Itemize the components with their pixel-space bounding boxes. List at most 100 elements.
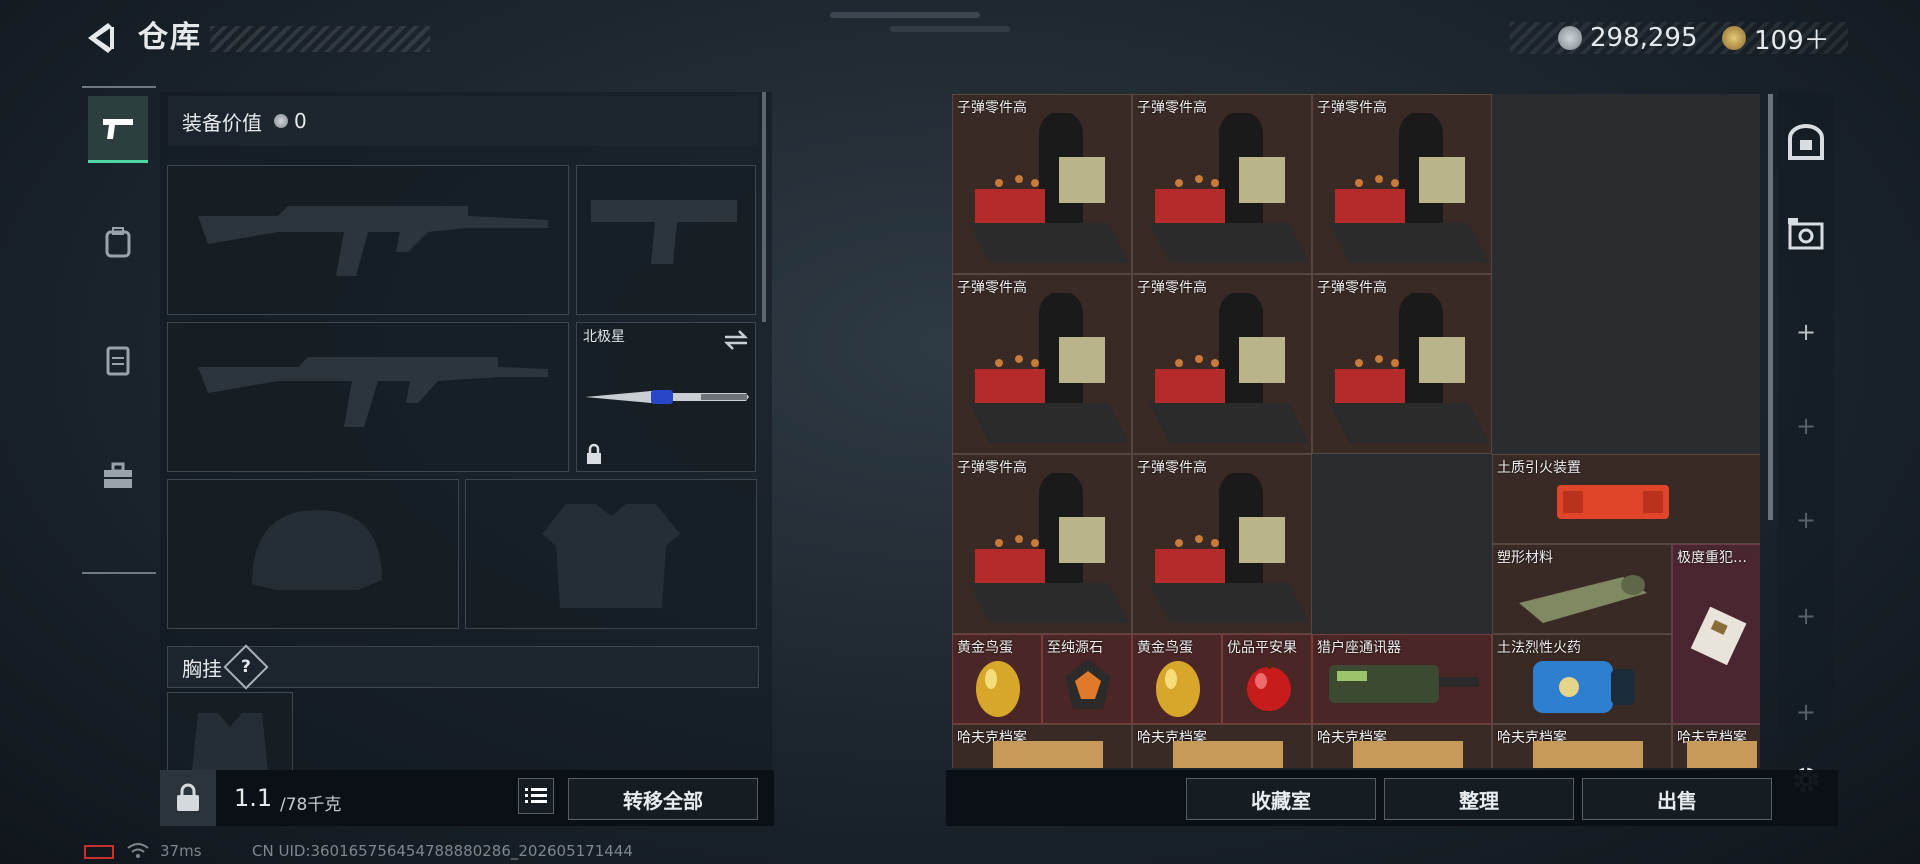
powder-can-icon: [1533, 661, 1635, 713]
pistol-silhouette-icon: [591, 200, 737, 264]
backpack-icon: [105, 227, 131, 258]
plus-icon: +: [1795, 412, 1817, 440]
slot-chest-rig[interactable]: [167, 692, 293, 772]
item-ammo-parts[interactable]: 子弹零件高: [1312, 94, 1492, 274]
plus-icon: +: [1795, 318, 1817, 346]
currency-coins: 298,295: [1558, 18, 1698, 58]
add-container-button[interactable]: +: [1778, 682, 1834, 742]
wifi-icon: [127, 843, 149, 858]
item-plastic-material[interactable]: 塑形材料: [1492, 544, 1672, 634]
coin-amount: 298,295: [1590, 23, 1698, 53]
item-archive[interactable]: 哈夫克档案: [1132, 724, 1312, 768]
item-archive[interactable]: 哈夫克档案: [1312, 724, 1492, 768]
add-container-button[interactable]: +: [1778, 302, 1834, 362]
item-igniter[interactable]: 土质引火装置: [1492, 454, 1760, 544]
red-case-icon: [1557, 485, 1669, 519]
golden-egg-icon: [976, 661, 1020, 717]
item-explosive-powder[interactable]: 土法烈性火药: [1492, 634, 1672, 724]
premium-amount: 109＋: [1754, 25, 1830, 56]
transfer-all-button[interactable]: 转移全部: [568, 778, 758, 820]
slot-armor[interactable]: [465, 479, 757, 629]
folder-icon: [1687, 741, 1757, 768]
equipment-scrollbar[interactable]: [762, 92, 766, 322]
item-ammo-parts[interactable]: 子弹零件高: [952, 94, 1132, 274]
padlock-icon: [177, 783, 199, 811]
tab-backpack[interactable]: [88, 210, 148, 274]
page-title: 仓库: [138, 20, 202, 55]
container-lock-button[interactable]: [160, 770, 216, 826]
item-golden-egg[interactable]: 黄金鸟蛋: [1132, 634, 1222, 724]
add-container-button[interactable]: +: [1778, 490, 1834, 550]
ammo-crate-icon: [1149, 293, 1309, 443]
add-container-button[interactable]: +: [1778, 586, 1834, 646]
capacity-max: /78千克: [280, 795, 342, 815]
grid-scrollbar[interactable]: [1768, 94, 1773, 520]
storage-grid: 子弹零件高 子弹零件高 子弹零件高 子弹零件高 子弹零件高 子弹零件高 子弹零件…: [952, 94, 1760, 768]
help-button[interactable]: ?: [223, 644, 269, 690]
swap-icon[interactable]: [723, 329, 749, 351]
ammo-crate-icon: [969, 473, 1129, 623]
item-ammo-parts[interactable]: 子弹零件高: [1132, 454, 1312, 634]
plus-icon: +: [1795, 698, 1817, 726]
tab-weapons[interactable]: [88, 96, 148, 163]
armor-silhouette-icon: [542, 504, 680, 608]
rifle-silhouette-icon: [198, 357, 548, 427]
equipment-value-bar: 装备价值 0: [168, 96, 758, 146]
item-archive[interactable]: 哈夫克档案: [1672, 724, 1760, 768]
chest-rig-header: 胸挂 ?: [167, 644, 759, 690]
item-ammo-parts[interactable]: 子弹零件高: [952, 454, 1132, 634]
stone-icon: [1065, 659, 1111, 709]
premium-coin-icon: [1722, 26, 1746, 50]
case-icon: [1788, 218, 1824, 250]
item-ammo-parts[interactable]: 子弹零件高: [1132, 274, 1312, 454]
equipment-value: 0: [294, 109, 307, 133]
uid-text: CN UID:360165756454788880286_20260517144…: [252, 842, 633, 860]
add-container-button[interactable]: +: [1778, 396, 1834, 456]
folder-icon: [993, 741, 1103, 768]
folder-icon: [1173, 741, 1283, 768]
tab-toolbox[interactable]: [88, 444, 148, 508]
item-ammo-parts[interactable]: 子弹零件高: [952, 274, 1132, 454]
item-archive[interactable]: 哈夫克档案: [952, 724, 1132, 768]
list-icon: [525, 788, 547, 803]
toolbox-icon: [104, 462, 132, 488]
item-radio[interactable]: 猎户座通讯器: [1312, 634, 1492, 724]
chevron-left-icon: [88, 23, 114, 53]
chest-rig-label: 胸挂: [182, 656, 222, 681]
currency-premium[interactable]: 109＋: [1722, 18, 1830, 58]
category-rail: [82, 86, 156, 574]
item-apple[interactable]: 优品平安果: [1222, 634, 1312, 724]
helmet-silhouette-icon: [252, 510, 382, 590]
document-icon: [1690, 606, 1747, 665]
ammo-crate-icon: [1329, 113, 1489, 263]
slot-primary-weapon-2[interactable]: [167, 322, 569, 472]
item-archive[interactable]: 哈夫克档案: [1492, 724, 1672, 768]
list-view-button[interactable]: [518, 778, 554, 814]
item-golden-egg[interactable]: 黄金鸟蛋: [952, 634, 1042, 724]
item-extreme-criminal[interactable]: 极度重犯…: [1672, 544, 1760, 724]
title-decoration: [210, 26, 430, 52]
container-safe-button[interactable]: [1778, 112, 1834, 172]
item-ammo-parts[interactable]: 子弹零件高: [1132, 94, 1312, 274]
sell-button[interactable]: 出售: [1582, 778, 1772, 820]
ammo-crate-icon: [1329, 293, 1489, 443]
organize-button[interactable]: 整理: [1384, 778, 1574, 820]
slot-melee[interactable]: 北极星: [576, 322, 756, 472]
folder-icon: [1533, 741, 1643, 768]
folder-icon: [1353, 741, 1463, 768]
golden-egg-icon: [1156, 661, 1200, 717]
item-ammo-parts[interactable]: 子弹零件高: [1312, 274, 1492, 454]
slot-pistol[interactable]: [576, 165, 756, 315]
container-case-button[interactable]: [1778, 204, 1834, 264]
lock-icon: [587, 443, 601, 464]
plus-icon: +: [1795, 506, 1817, 534]
back-button[interactable]: [80, 18, 120, 58]
tab-vest[interactable]: [88, 328, 148, 392]
plus-icon: +: [1795, 602, 1817, 630]
slot-primary-weapon-1[interactable]: [167, 165, 569, 315]
slot-helmet[interactable]: [167, 479, 459, 629]
coin-icon: [1558, 26, 1582, 50]
item-pure-stone[interactable]: 至纯源石: [1042, 634, 1132, 724]
battery-icon: [84, 845, 114, 859]
collection-button[interactable]: 收藏室: [1186, 778, 1376, 820]
